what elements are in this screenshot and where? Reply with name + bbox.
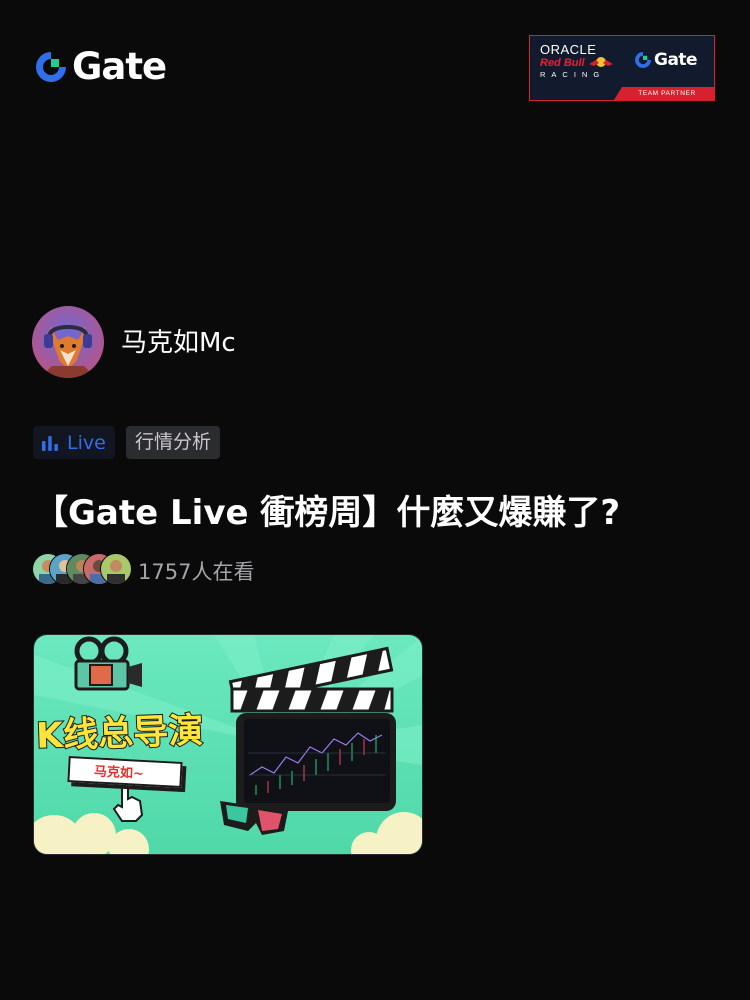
partner-gate-text: Gate xyxy=(654,50,698,70)
gate-logo-text: Gate xyxy=(72,45,167,88)
host-avatar[interactable] xyxy=(32,306,104,378)
host-name[interactable]: 马克如Mc xyxy=(121,326,236,360)
viewer-count: 1757人在看 xyxy=(138,560,255,584)
partner-gate-logo: Gate xyxy=(634,50,698,70)
category-tag[interactable]: 行情分析 xyxy=(126,426,221,459)
gate-logo-icon xyxy=(36,52,66,82)
racing-wordmark: RACING xyxy=(540,70,606,79)
live-bars-icon xyxy=(42,435,58,451)
team-partner-ribbon: TEAM PARTNER xyxy=(614,87,714,100)
viewer-avatars xyxy=(32,553,132,585)
redbull-bulls-icon xyxy=(589,57,613,67)
fox-avatar-icon xyxy=(32,306,104,378)
stream-thumbnail[interactable]: K线总导演 马克如~ xyxy=(33,634,423,855)
viewer-avatar xyxy=(100,553,132,585)
partner-gate-icon xyxy=(635,52,651,68)
live-tag: Live xyxy=(33,426,115,459)
team-partner-badge: ORACLE Red Bull RACING Gate TEAM PARTNER xyxy=(529,35,715,101)
gate-logo[interactable]: Gate xyxy=(34,45,167,88)
thumbnail-headline: K线总导演 xyxy=(34,710,204,758)
live-tag-label: Live xyxy=(67,431,106,454)
redbull-wordmark: Red Bull xyxy=(540,57,585,69)
stream-title[interactable]: 【Gate Live 衝榜周】什麼又爆賺了? xyxy=(34,488,724,538)
